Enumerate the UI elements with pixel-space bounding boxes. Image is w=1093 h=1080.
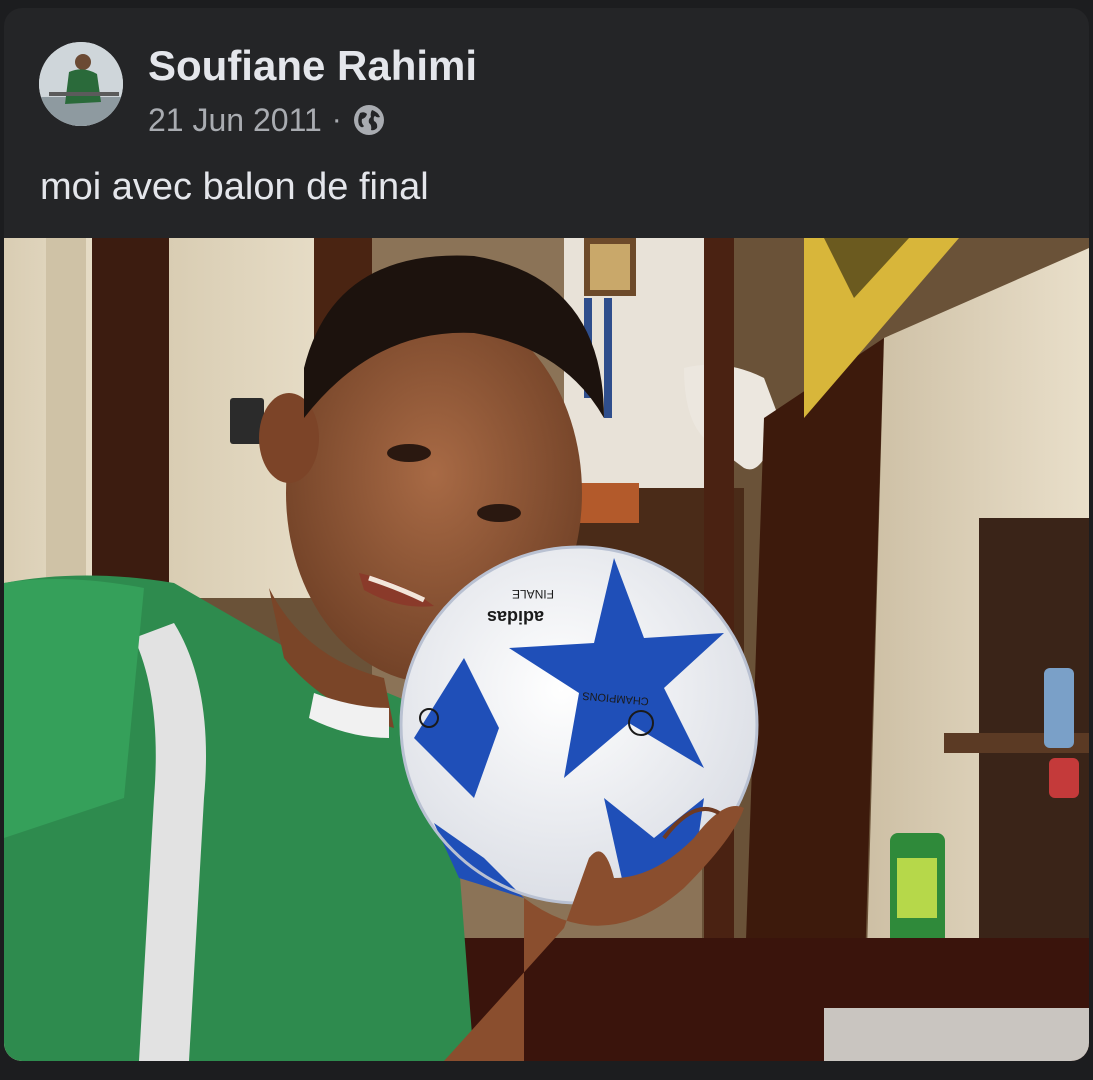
svg-text:FINALE: FINALE: [512, 587, 554, 601]
post-photo[interactable]: adidas FINALE CHAMPIONS: [4, 238, 1089, 1061]
meta-separator: ·: [331, 103, 342, 136]
svg-text:adidas: adidas: [487, 607, 544, 627]
post-card: Soufiane Rahimi 21 Jun 2011 · moi avec b…: [4, 8, 1089, 1061]
author-name[interactable]: Soufiane Rahimi: [148, 42, 477, 90]
post-date[interactable]: 21 Jun 2011: [148, 102, 322, 139]
post-header: Soufiane Rahimi 21 Jun 2011 · moi avec b…: [4, 8, 1089, 238]
author-avatar[interactable]: [39, 42, 123, 126]
globe-icon[interactable]: [352, 103, 386, 137]
post-meta: 21 Jun 2011 ·: [148, 100, 386, 140]
post-text: moi avec balon de final: [40, 166, 429, 208]
